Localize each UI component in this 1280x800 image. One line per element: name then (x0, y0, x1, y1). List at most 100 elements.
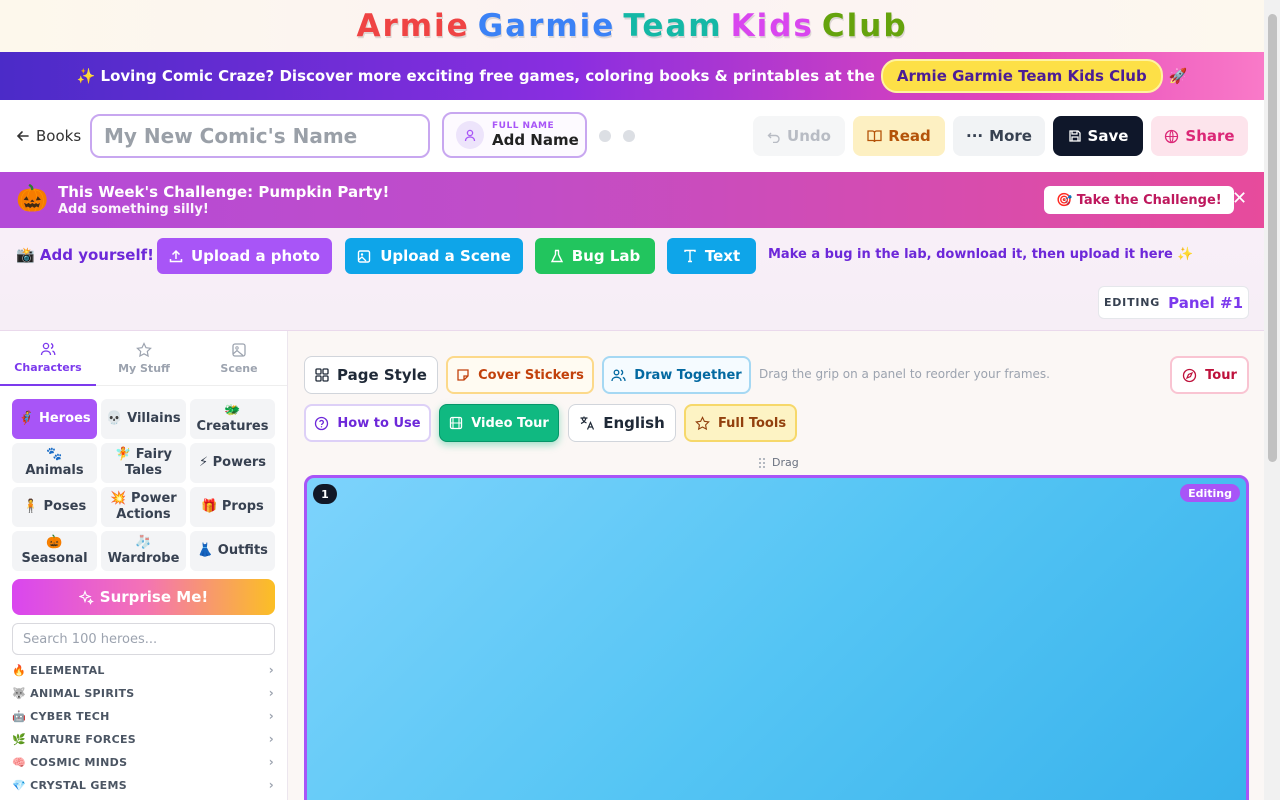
undo-icon (767, 129, 781, 143)
group-crystal-gems[interactable]: 💎 CRYSTAL GEMS › (12, 776, 274, 794)
category-props[interactable]: 🎁 Props (190, 487, 275, 527)
share-button[interactable]: Share (1151, 116, 1248, 156)
category-heroes[interactable]: 🦸 Heroes (12, 399, 97, 439)
category-label: 🧦 Wardrobe (107, 535, 180, 566)
category-animals[interactable]: 🐾 Animals (12, 443, 97, 483)
group-label: 🐺 ANIMAL SPIRITS (12, 686, 135, 700)
comic-canvas-area: Page Style Cover Stickers Draw Together … (288, 331, 1264, 800)
category-label: 🐾 Animals (25, 447, 84, 478)
tour-button[interactable]: Tour (1170, 356, 1249, 394)
compass-icon (1182, 368, 1197, 383)
bug-lab-button[interactable]: Bug Lab (535, 238, 655, 274)
surprise-me-button[interactable]: Surprise Me! (12, 579, 275, 615)
reorder-hint: Drag the grip on a panel to reorder your… (759, 367, 1050, 381)
group-cyber-tech[interactable]: 🤖 CYBER TECH › (12, 707, 274, 725)
book-open-icon (867, 129, 882, 143)
how-to-use-label: How to Use (337, 415, 421, 431)
full-tools-button[interactable]: Full Tools (684, 404, 797, 442)
category-poses[interactable]: 🧍 Poses (12, 487, 97, 527)
text-label: Text (704, 247, 741, 265)
draw-together-label: Draw Together (634, 367, 742, 383)
hero-search-input[interactable] (12, 623, 275, 655)
category-seasonal[interactable]: 🎃 Seasonal (12, 531, 97, 571)
category-wardrobe[interactable]: 🧦 Wardrobe (101, 531, 186, 571)
cover-stickers-label: Cover Stickers (478, 367, 584, 383)
weekly-challenge-banner: 🎃 This Week's Challenge: Pumpkin Party! … (0, 172, 1264, 228)
cover-stickers-button[interactable]: Cover Stickers (446, 356, 594, 394)
save-icon (1068, 129, 1082, 143)
tab-characters[interactable]: Characters (0, 331, 96, 386)
site-title: Armie Garmie Team Kids Club (352, 8, 911, 44)
editing-key: EDITING (1103, 296, 1161, 309)
category-label: 💥 Power Actions (110, 491, 177, 522)
category-label: 🐲 Creatures (196, 403, 269, 434)
category-creatures[interactable]: 🐲 Creatures (190, 399, 275, 439)
video-tour-button[interactable]: Video Tour (439, 404, 559, 442)
tab-scene[interactable]: Scene (191, 331, 287, 386)
undo-button[interactable]: Undo (753, 116, 845, 156)
arrow-left-icon (16, 129, 30, 143)
group-nature-forces[interactable]: 🌿 NATURE FORCES › (12, 730, 274, 748)
editing-value: Panel #1 (1168, 293, 1244, 312)
page-style-button[interactable]: Page Style (304, 356, 438, 394)
category-label: 🧍 Poses (22, 499, 87, 514)
panel-number-badge: 1 (313, 484, 337, 504)
promo-banner: ✨ Loving Comic Craze? Discover more exci… (0, 52, 1264, 100)
group-elemental[interactable]: 🔥 ELEMENTAL › (12, 661, 274, 679)
chevron-right-icon: › (268, 778, 274, 792)
category-outfits[interactable]: 👗 Outfits (190, 531, 275, 571)
more-button[interactable]: ··· More (953, 116, 1045, 156)
more-dots-icon: ··· (966, 127, 984, 145)
draw-together-button[interactable]: Draw Together (602, 356, 751, 394)
status-dot (623, 130, 635, 142)
panel-drag-handle[interactable]: Drag (758, 456, 799, 469)
group-animal-spirits[interactable]: 🐺 ANIMAL SPIRITS › (12, 684, 274, 702)
editing-panel-indicator: EDITING Panel #1 (1098, 286, 1249, 319)
comic-name-input[interactable] (90, 114, 430, 158)
group-cosmic-minds[interactable]: 🧠 COSMIC MINDS › (12, 753, 274, 771)
sidebar-tabs: Characters My Stuff Scene (0, 331, 287, 386)
bug-lab-label: Bug Lab (571, 247, 641, 265)
text-type-icon (683, 249, 697, 263)
users-icon (611, 368, 626, 382)
title-word: Kids (730, 8, 814, 44)
category-label: 👗 Outfits (197, 543, 268, 558)
save-button[interactable]: Save (1053, 116, 1143, 156)
category-powers[interactable]: ⚡ Powers (190, 443, 275, 483)
how-to-use-button[interactable]: How to Use (304, 404, 431, 442)
language-select[interactable]: English (568, 404, 676, 442)
take-challenge-button[interactable]: 🎯 Take the Challenge! (1044, 186, 1234, 214)
globe-icon (1164, 129, 1179, 144)
add-text-button[interactable]: Text (667, 238, 756, 274)
category-fairy-tales[interactable]: 🧚 Fairy Tales (101, 443, 186, 483)
title-word: Club (821, 8, 908, 44)
upload-scene-label: Upload a Scene (380, 247, 511, 265)
tab-my-stuff-label: My Stuff (118, 362, 170, 375)
comic-panel[interactable]: 1 Editing (304, 475, 1249, 800)
sparkles-icon (78, 589, 94, 605)
close-icon[interactable]: ✕ (1232, 188, 1247, 209)
title-word: Team (623, 8, 723, 44)
upload-photo-button[interactable]: Upload a photo (157, 238, 332, 274)
upload-scene-button[interactable]: Upload a Scene (345, 238, 523, 274)
pumpkin-emoji: 🎃 (16, 184, 49, 214)
bug-lab-hint: Make a bug in the lab, download it, then… (768, 247, 1194, 262)
back-label: Books (36, 127, 82, 145)
category-villains[interactable]: 💀 Villains (101, 399, 186, 439)
read-button[interactable]: Read (853, 116, 945, 156)
scrollbar-thumb[interactable] (1268, 14, 1277, 462)
group-label: 🌿 NATURE FORCES (12, 732, 136, 746)
author-name-button[interactable]: FULL NAME Add Name (442, 112, 587, 158)
kids-club-link[interactable]: Armie Garmie Team Kids Club (880, 59, 1163, 93)
back-to-books-link[interactable]: Books (16, 127, 81, 145)
flask-icon (550, 249, 564, 263)
rocket-emoji: 🚀 (1168, 67, 1188, 85)
save-label: Save (1087, 127, 1129, 145)
group-label: 🤖 CYBER TECH (12, 709, 110, 723)
tab-my-stuff[interactable]: My Stuff (96, 331, 192, 386)
category-power-actions[interactable]: 💥 Power Actions (101, 487, 186, 527)
asset-sidebar: Characters My Stuff Scene 🦸 Heroes 💀 Vil… (0, 331, 288, 800)
site-header: Armie Garmie Team Kids Club (0, 0, 1264, 52)
category-label: 🎃 Seasonal (21, 535, 88, 566)
full-name-value: Add Name (492, 131, 579, 149)
